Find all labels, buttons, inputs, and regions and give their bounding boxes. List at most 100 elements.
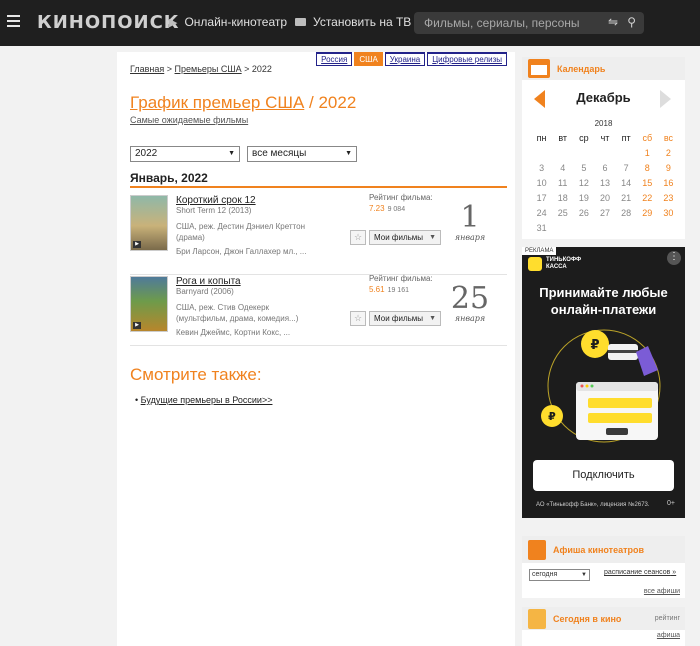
schedule-link[interactable]: расписание сеансов » [604, 569, 676, 576]
movie-title[interactable]: Короткий срок 12 [176, 195, 256, 206]
breadcrumb-section[interactable]: Премьеры США [175, 64, 242, 74]
calendar-day[interactable]: 26 [573, 207, 594, 219]
cinema-icon [528, 539, 546, 560]
calendar-day[interactable]: 23 [658, 192, 679, 204]
afisha-widget: Афиша кинотеатров сегодня ▼ расписание с… [522, 536, 685, 598]
rating-score: 7.23 [369, 204, 385, 213]
star-icon[interactable]: ☆ [350, 311, 366, 326]
calendar-day[interactable]: 24 [531, 207, 552, 219]
weekday-label: чт [600, 133, 610, 143]
calendar-day[interactable]: 31 [531, 222, 552, 234]
day-select[interactable]: сегодня ▼ [529, 569, 590, 581]
svg-text:₽: ₽ [590, 338, 599, 353]
calendar-day [637, 222, 658, 234]
calendar-day[interactable]: 1 [637, 147, 658, 159]
chevron-down-icon: ▼ [228, 150, 235, 157]
year-select[interactable]: 2022 ▼ [130, 146, 240, 162]
more-options-icon[interactable]: ⋮ [667, 251, 681, 265]
movie-poster[interactable]: ▶ [130, 276, 168, 332]
weekday-label: вс [663, 133, 673, 143]
star-icon[interactable]: ☆ [350, 230, 366, 245]
calendar-day[interactable]: 29 [637, 207, 658, 219]
calendar-day[interactable]: 10 [531, 177, 552, 189]
calendar-day[interactable]: 11 [552, 177, 573, 189]
calendar-day[interactable]: 12 [573, 177, 594, 189]
calendar-day[interactable]: 22 [637, 192, 658, 204]
calendar-day[interactable]: 27 [594, 207, 615, 219]
rating-tab[interactable]: рейтинг [655, 615, 680, 622]
movie-info: США, реж. Стив Одекерк (мультфильм, драм… [176, 303, 299, 323]
today-header: Сегодня в кино рейтинг [522, 607, 685, 630]
nav-install-tv[interactable]: Установить на ТВ [295, 15, 411, 29]
calendar-day[interactable]: 3 [531, 162, 552, 174]
calendar-day[interactable]: 16 [658, 177, 679, 189]
weekday-label: пт [621, 133, 631, 143]
ad-brand: ТИНЬКОФФ КАССА [528, 257, 581, 271]
play-icon[interactable]: ▶ [133, 322, 141, 329]
tab-ukraine[interactable]: Украина [384, 52, 426, 66]
play-icon[interactable]: ▶ [133, 241, 141, 248]
calendar-day [594, 222, 615, 234]
all-afisha-link[interactable]: все афиши [644, 588, 680, 595]
month-select[interactable]: все месяцы ▼ [247, 146, 357, 162]
calendar-day[interactable]: 15 [637, 177, 658, 189]
connect-button[interactable]: Подключить [533, 460, 674, 491]
calendar-day[interactable]: 18 [552, 192, 573, 204]
calendar-day[interactable]: 17 [531, 192, 552, 204]
tab-digital[interactable]: Цифровые релизы [427, 52, 507, 66]
tab-usa[interactable]: США [354, 52, 383, 66]
calendar-day[interactable]: 28 [616, 207, 637, 219]
calendar-day[interactable]: 6 [594, 162, 615, 174]
calendar-day[interactable]: 30 [658, 207, 679, 219]
movie-poster[interactable]: ▶ [130, 195, 168, 251]
calendar-day[interactable]: 9 [658, 162, 679, 174]
calendar-day[interactable]: 21 [616, 192, 637, 204]
today-title[interactable]: Сегодня в кино [553, 614, 648, 624]
site-logo[interactable]: КИНОПОИСК [37, 12, 180, 33]
payment-illustration-icon: ₽ ₽ [541, 329, 661, 443]
breadcrumb-home[interactable]: Главная [130, 64, 164, 74]
release-date: 1 января [440, 200, 500, 243]
rating-score: 5.61 [369, 285, 385, 294]
ad-banner[interactable]: РЕКЛАМА ТИНЬКОФФ КАССА ⋮ Принимайте любы… [522, 247, 685, 518]
my-films-dropdown[interactable]: Мои фильмы ▼ [369, 311, 441, 326]
next-month-arrow-icon[interactable] [660, 90, 671, 108]
nav-online-cinema[interactable]: ▶ Онлайн-кинотеатр [169, 15, 287, 29]
breadcrumb: Главная > Премьеры США > 2022 [130, 64, 272, 74]
see-also-link[interactable]: • Будущие премьеры в России>> [135, 395, 272, 405]
calendar-day[interactable]: 25 [552, 207, 573, 219]
ad-title: Принимайте любые онлайн-платежи [539, 285, 668, 317]
release-day: 1 [460, 200, 480, 235]
calendar-day [616, 222, 637, 234]
calendar-day[interactable]: 8 [637, 162, 658, 174]
calendar-day [552, 222, 573, 234]
movie-info: США, реж. Дестин Дэниел Креттон (драма) [176, 222, 305, 242]
rating-value: 7.23 9 084 [369, 204, 405, 213]
calendar-day[interactable]: 13 [594, 177, 615, 189]
page-title-link[interactable]: График премьер США [130, 93, 304, 112]
calendar-day[interactable]: 2 [658, 147, 679, 159]
search-icon[interactable]: ⚲ [627, 15, 636, 29]
calendar-day[interactable]: 20 [594, 192, 615, 204]
page-title-year: / 2022 [304, 93, 357, 112]
rating-label: Рейтинг фильма: [369, 274, 433, 283]
movie-cast: Бри Ларсон, Джон Галлахер мл., ... [176, 247, 307, 256]
rating-value: 5.61 19 161 [369, 285, 409, 294]
calendar-day [552, 147, 573, 159]
expected-films-link[interactable]: Самые ожидаемые фильмы [130, 115, 248, 125]
country-tabs: Россия США Украина Цифровые релизы [316, 52, 507, 66]
afisha-title[interactable]: Афиша кинотеатров [553, 545, 644, 555]
calendar-day[interactable]: 19 [573, 192, 594, 204]
afisha-link[interactable]: афиша [657, 632, 680, 639]
calendar-day[interactable]: 14 [616, 177, 637, 189]
tab-russia[interactable]: Россия [316, 52, 353, 66]
menu-icon[interactable] [7, 15, 20, 28]
my-films-dropdown[interactable]: Мои фильмы ▼ [369, 230, 441, 245]
calendar-day[interactable]: 4 [552, 162, 573, 174]
movie-title[interactable]: Рога и копыта [176, 276, 241, 287]
calendar-day[interactable]: 7 [616, 162, 637, 174]
calendar-day[interactable]: 5 [573, 162, 594, 174]
ad-tag: РЕКЛАМА [522, 247, 557, 255]
filter-icon[interactable]: ⇋ [608, 15, 618, 29]
search-input[interactable]: Фильмы, сериалы, персоны ⇋ ⚲ [414, 12, 644, 34]
